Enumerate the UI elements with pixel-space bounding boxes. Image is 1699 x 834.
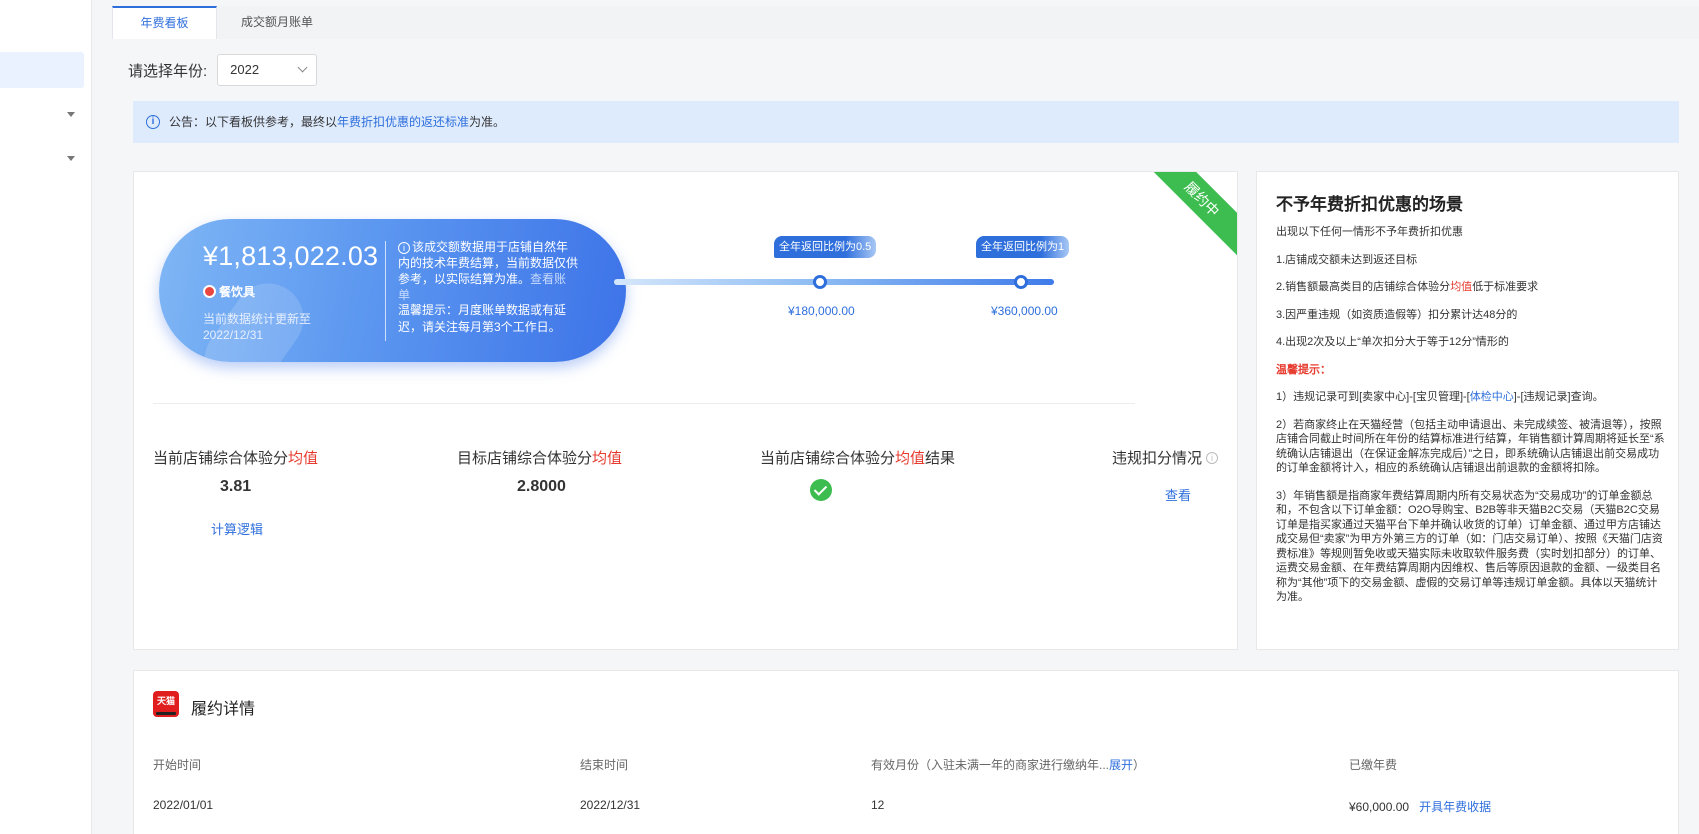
paid-fee-value: ¥60,000.00 xyxy=(1349,800,1410,814)
metric-title-text: 当前店铺综合体验分 xyxy=(153,450,289,467)
rule-item-text: 2.销售额最高类目的店铺综合体验分 xyxy=(1276,281,1451,293)
performance-detail: 天猫 履约详情 开始时间 结束时间 有效月份（入驻未满一年的商家进行缴纳年...… xyxy=(133,670,1679,834)
update-date: 2022/12/31 xyxy=(203,328,264,342)
rule-item: 4.出现2次及以上“单次扣分大于等于12分”情形的 xyxy=(1276,336,1509,348)
column-header: 已缴年费 xyxy=(1349,758,1398,772)
update-line-1: 当前数据统计更新至 xyxy=(203,312,312,326)
rules-title: 不予年费折扣优惠的场景 xyxy=(1276,195,1463,214)
year-filter-label: 请选择年份: xyxy=(128,62,208,80)
metric-title-text: 当前店铺综合体验分 xyxy=(760,450,896,467)
metric-title: 当前店铺综合体验分均值 xyxy=(153,447,318,468)
column-header: 开始时间 xyxy=(153,758,202,772)
update-info: 当前数据统计更新至 2022/12/31 xyxy=(203,311,311,343)
tab-annual-fee-board[interactable]: 年费看板 xyxy=(112,6,217,39)
start-date: 2022/01/01 xyxy=(153,798,214,812)
sales-description: i 该成交额数据用于店铺自然年内的技术年费结算，当前数据仅供参考，以实际结算为准。… xyxy=(398,239,578,303)
main-content: 年费看板 成交额月账单 请选择年份: 2022 i 公告：以下看板供参考，最终以… xyxy=(112,0,1699,834)
metric-title: 当前店铺综合体验分均值结果 xyxy=(760,447,955,468)
column-header-text: 有效月份（入驻未满一年的商家进行缴纳年... xyxy=(871,758,1110,772)
calc-logic-link[interactable]: 计算逻辑 xyxy=(211,519,263,538)
chevron-down-icon[interactable] xyxy=(67,156,75,161)
rule-item: 2.销售额最高类目的店铺综合体验分均值低于标准要求 xyxy=(1276,280,1668,295)
year-select-value: 2022 xyxy=(230,62,260,77)
info-icon: i xyxy=(398,242,410,254)
rule-note-text: ]-[违规记录]查询。 xyxy=(1513,391,1604,403)
metric-title-text: 违规扣分情况 xyxy=(1112,450,1203,467)
expand-link[interactable]: 展开 xyxy=(1109,758,1133,772)
info-icon: i xyxy=(146,115,160,129)
metric-title-highlight: 均值 xyxy=(288,450,319,467)
rule-note-text: 1）违规记录可到[卖家中心]-[宝贝管理]-[ xyxy=(1276,391,1470,403)
metric-title-highlight: 均值 xyxy=(895,450,926,467)
status-ribbon: 履约中 xyxy=(1138,172,1237,263)
notice-suffix: 为准。 xyxy=(469,115,506,129)
issue-receipt-link[interactable]: 开具年费收据 xyxy=(1419,800,1491,814)
chevron-down-icon[interactable] xyxy=(67,112,75,117)
left-sidebar xyxy=(0,0,92,834)
end-date: 2022/12/31 xyxy=(580,798,641,812)
year-select[interactable]: 2022 xyxy=(217,54,318,86)
tab-monthly-bill[interactable]: 成交额月账单 xyxy=(227,6,327,39)
health-center-link[interactable]: 体检中心 xyxy=(1470,391,1514,403)
target-score-value: 2.8000 xyxy=(517,478,566,495)
rule-item: 1.店铺成交额未达到返还目标 xyxy=(1276,253,1418,266)
check-icon xyxy=(810,479,832,501)
tmall-logo: 天猫 xyxy=(153,691,179,717)
chevron-down-icon xyxy=(297,62,308,73)
milestone-value: ¥180,000.00 xyxy=(788,304,855,318)
metric-title-text: 目标店铺综合体验分 xyxy=(457,450,593,467)
info-icon[interactable]: i xyxy=(1206,452,1219,464)
warm-tip-title: 温馨提示： xyxy=(1276,363,1331,376)
metric-title-highlight: 均值 xyxy=(592,450,623,467)
column-header-close: ） xyxy=(1133,758,1146,772)
rules-intro: 出现以下任何一情形不予年费折扣优惠 xyxy=(1276,226,1463,238)
rule-item: 3.因严重违规（如资质造假等）扣分累计达48分的 xyxy=(1276,308,1518,321)
notice-link[interactable]: 年费折扣优惠的返还标准 xyxy=(337,115,469,129)
metric-title: 目标店铺综合体验分均值 xyxy=(457,447,622,468)
milestone-value: ¥360,000.00 xyxy=(991,304,1058,318)
year-filter: 请选择年份: 2022 xyxy=(128,54,318,86)
milestone-badge: 全年返回比例为0.5 xyxy=(774,236,877,258)
sales-amount: ¥1,813,022.03 xyxy=(203,241,379,271)
divider xyxy=(385,241,386,341)
notice-prefix: 公告：以下看板供参考，最终以 xyxy=(169,115,338,129)
pie-icon xyxy=(203,285,216,298)
rules-panel: 不予年费折扣优惠的场景 出现以下任何一情形不予年费折扣优惠 1.店铺成交额未达到… xyxy=(1256,171,1679,650)
view-violations-link[interactable]: 查看 xyxy=(1165,485,1191,504)
current-score-value: 3.81 xyxy=(220,478,252,495)
milestone-node xyxy=(1014,275,1028,289)
milestone-badge: 全年返回比例为1 xyxy=(976,236,1070,258)
annual-fee-card: 履约中 ¥1,813,022.03 餐饮具 当前数据统计更新至 2022/12/… xyxy=(133,171,1238,650)
delay-tip: 温馨提示：月度账单数据或有延迟，请关注每月第3个工作日。 xyxy=(398,303,567,334)
detail-title: 履约详情 xyxy=(191,701,256,718)
notice-bar: i 公告：以下看板供参考，最终以年费折扣优惠的返还标准为准。 xyxy=(133,101,1679,143)
metric-title-suffix: 结果 xyxy=(925,450,956,467)
valid-months: 12 xyxy=(871,798,885,812)
category-label: 餐饮具 xyxy=(219,285,256,299)
milestone-node xyxy=(813,275,827,289)
rule-note: 3）年销售额是指商家年费结算周期内所有交易状态为“交易成功”的订单金额总和，不包… xyxy=(1276,489,1663,604)
rule-note: 1）违规记录可到[卖家中心]-[宝贝管理]-[体检中心]-[违规记录]查询。 xyxy=(1276,390,1668,405)
rule-note: 2）若商家终止在天猫经营（包括主动申请退出、未完成续签、被清退等），按照店铺合同… xyxy=(1276,418,1665,475)
divider xyxy=(153,403,1135,404)
metric-title: 违规扣分情况 i xyxy=(1112,447,1219,468)
tab-bar: 年费看板 成交额月账单 xyxy=(112,6,1699,39)
paid-fee: ¥60,000.00 开具年费收据 xyxy=(1349,798,1491,815)
category-tag: 餐饮具 xyxy=(203,283,255,300)
column-header: 有效月份（入驻未满一年的商家进行缴纳年...展开） xyxy=(871,756,1145,773)
progress-track xyxy=(614,279,1054,285)
rule-item-highlight: 均值 xyxy=(1450,281,1473,293)
column-header: 结束时间 xyxy=(580,758,629,772)
rule-item-suffix: 低于标准要求 xyxy=(1472,281,1539,293)
sales-summary-pill: ¥1,813,022.03 餐饮具 当前数据统计更新至 2022/12/31 i… xyxy=(159,219,626,362)
sidebar-active-item[interactable] xyxy=(0,52,84,88)
